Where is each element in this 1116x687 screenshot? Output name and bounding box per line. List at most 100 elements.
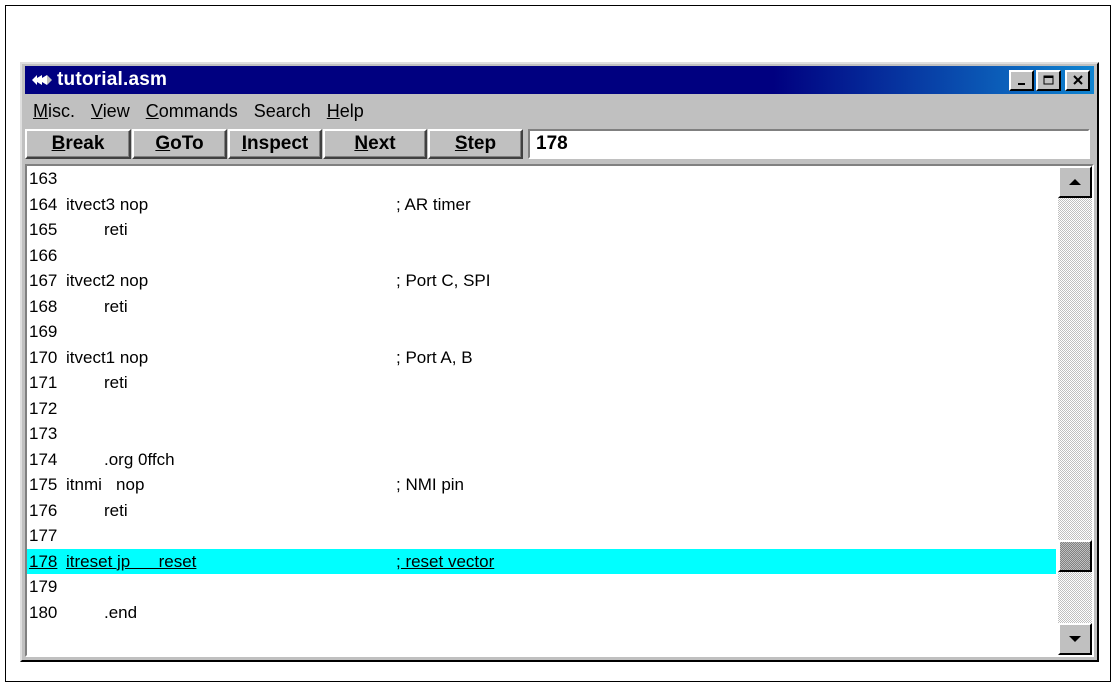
code-label: itvect2 nop [66,271,149,290]
code-line[interactable]: 163 [27,166,1056,192]
app-icon[interactable] [31,72,53,88]
line-number: 169 [29,322,58,341]
line-number: 166 [29,245,58,265]
window-controls [1007,70,1090,91]
step-button[interactable]: Step [428,129,523,159]
code-instruction: reti [104,220,128,239]
next-label: ext [368,133,396,154]
step-mnemonic: S [454,133,468,154]
code-line[interactable]: 172 [27,396,1056,422]
maximize-button[interactable] [1036,70,1061,91]
maximize-icon [1043,75,1053,85]
menu-help-label: elp [339,100,364,121]
menu-misc-label: isc. [48,100,75,121]
code-line[interactable]: 165 reti [27,217,1056,243]
code-comment: ; Port C, SPI [396,271,491,290]
code-comment: ; AR timer [396,194,471,214]
inspect-button[interactable]: Inspect [228,129,322,159]
menu-search[interactable]: Search [246,101,319,122]
menu-help-mnemonic: H [326,100,340,121]
menu-commands-mnemonic: C [145,100,159,121]
code-label: itreset jp reset [66,551,197,571]
code-line[interactable]: 170 itvect1 nop ; Port A, B [27,345,1056,371]
code-line[interactable]: 171 reti [27,370,1056,396]
line-number: 164 [29,194,58,214]
code-instruction: reti [104,373,128,392]
menu-help[interactable]: Help [319,101,372,122]
arrow-down-icon [1069,636,1081,642]
goto-mnemonic: G [155,133,171,154]
next-mnemonic: N [354,133,369,154]
close-button[interactable] [1065,70,1090,91]
code-line[interactable]: 169 [27,319,1056,345]
scroll-thumb[interactable] [1058,539,1092,572]
line-number: 171 [29,373,58,392]
arrow-up-icon [1069,179,1081,185]
menu-bar: Misc. View Commands Search Help [25,96,1094,126]
next-button[interactable]: Next [323,129,427,159]
inspect-label: nspect [247,133,309,154]
step-label: tep [467,133,497,154]
code-line[interactable]: 175 itnmi nop ; NMI pin [27,472,1056,498]
code-line[interactable]: 176 reti [27,498,1056,524]
code-instruction: .end [104,602,138,622]
line-number: 168 [29,296,58,316]
code-line[interactable]: 166 [27,243,1056,269]
source-editor[interactable]: 163 164 itvect3 nop ; AR timer 165 reti 166 167… [25,164,1094,657]
code-line[interactable]: 180 .end [27,600,1056,626]
toolbar: Break GoTo Inspect Next Step [25,127,1094,161]
line-number: 165 [29,220,58,239]
menu-view[interactable]: View [83,101,138,122]
code-instruction: .org 0ffch [104,449,175,469]
line-number: 173 [29,424,58,443]
line-number: 180 [29,602,58,622]
code-comment: ; reset vector [396,551,495,571]
scroll-down-button[interactable] [1058,623,1092,655]
line-number: 163 [29,169,58,188]
close-icon [1072,75,1083,85]
page-border-bottom [5,681,1111,682]
code-label: itvect3 nop [66,194,149,214]
code-line[interactable]: 173 [27,421,1056,447]
window-title: tutorial.asm [57,69,168,90]
minimize-button[interactable] [1009,70,1034,91]
break-button[interactable]: Break [25,129,131,159]
code-line[interactable]: 168 reti [27,294,1056,320]
code-comment: ; NMI pin [396,475,465,494]
menu-misc-mnemonic: M [33,100,48,121]
scroll-up-button[interactable] [1058,166,1092,198]
code-line[interactable]: 174 .org 0ffch [27,447,1056,473]
debugger-window: tutorial.asm Misc. View Commands Search … [20,62,1099,662]
code-line[interactable]: 177 [27,523,1056,549]
goto-button[interactable]: GoTo [132,129,227,159]
code-lines: 163 164 itvect3 nop ; AR timer 165 reti 166 167… [27,166,1056,655]
menu-commands[interactable]: Commands [138,101,246,122]
code-comment: ; Port A, B [396,347,473,367]
line-number: 178 [29,551,58,571]
line-number: 174 [29,449,58,469]
goto-label: oTo [170,133,204,154]
page-border-top [5,5,1111,6]
code-label: itnmi nop [66,475,145,494]
line-number: 176 [29,500,58,520]
line-number: 172 [29,398,58,418]
line-number: 179 [29,577,58,596]
code-instruction: reti [104,296,128,316]
line-number: 177 [29,526,58,545]
code-line[interactable]: 179 [27,574,1056,600]
break-mnemonic: B [51,133,66,154]
code-label: itvect1 nop [66,347,149,367]
title-bar[interactable]: tutorial.asm [25,66,1094,94]
code-line[interactable]: 164 itvect3 nop ; AR timer [27,192,1056,218]
line-number: 175 [29,475,58,494]
page-border-right [1110,5,1111,682]
code-line[interactable]: 167 itvect2 nop ; Port C, SPI [27,268,1056,294]
line-number: 170 [29,347,58,367]
vertical-scrollbar[interactable] [1058,166,1092,655]
code-line-current[interactable]: 178 itreset jp reset ; reset vector [27,548,1056,574]
menu-search-label: Search [253,100,311,121]
menu-misc[interactable]: Misc. [25,101,83,122]
menu-view-label: iew [102,100,130,121]
menu-view-mnemonic: V [91,100,103,121]
goto-line-input[interactable] [528,129,1090,159]
